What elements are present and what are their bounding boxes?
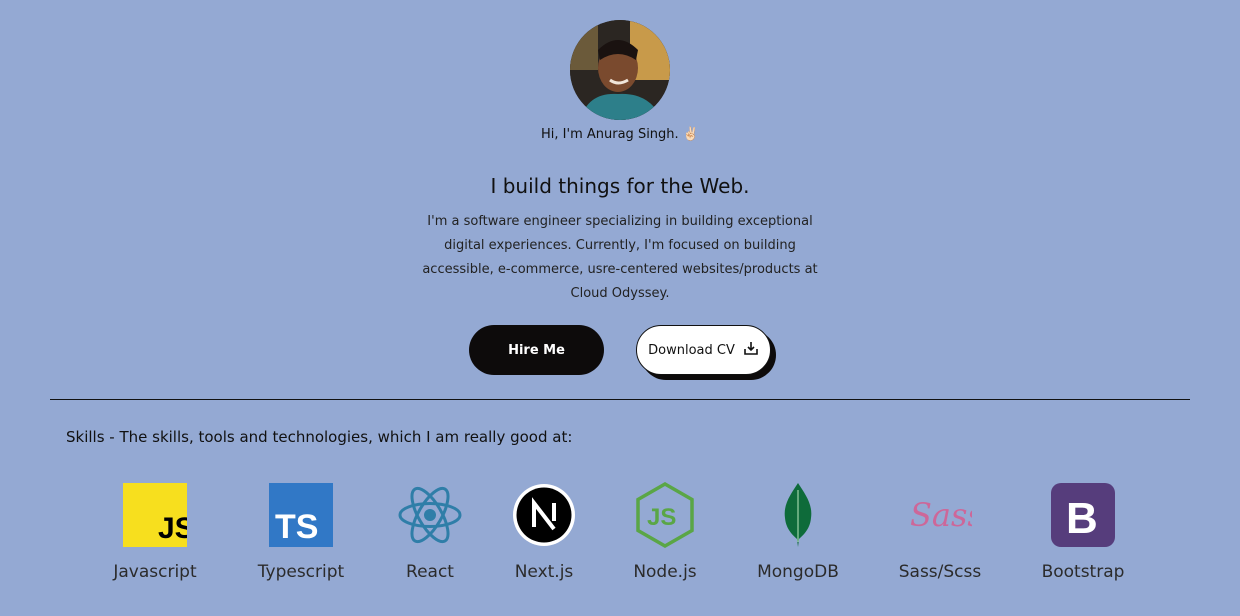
skill-label: React: [406, 562, 454, 582]
svg-text:JS: JS: [647, 504, 676, 531]
page-title: I build things for the Web.: [490, 174, 750, 198]
svg-text:JS: JS: [158, 512, 187, 545]
greeting-text: Hi, I'm Anurag Singh. ✌🏻: [541, 127, 699, 142]
mongodb-icon: [765, 482, 831, 548]
section-divider: [50, 399, 1190, 400]
download-icon: [743, 340, 759, 360]
sass-icon: Sass: [907, 482, 973, 548]
download-cv-label: Download CV: [648, 342, 735, 358]
skill-label: Next.js: [514, 562, 574, 582]
skill-item-typescript: TS Typescript: [231, 482, 371, 582]
skill-label: Javascript: [113, 562, 197, 582]
skill-label: Node.js: [633, 562, 697, 582]
skill-item-javascript: JS Javascript: [85, 482, 225, 582]
svg-text:Sass: Sass: [910, 496, 972, 534]
download-cv-button[interactable]: Download CV: [636, 325, 771, 375]
skill-label: Typescript: [257, 562, 345, 582]
typescript-icon: TS: [268, 482, 334, 548]
skill-item-nextjs: Next.js: [474, 482, 614, 582]
skill-label: Bootstrap: [1041, 562, 1125, 582]
skill-item-sass: Sass Sass/Scss: [870, 482, 1010, 582]
svg-text:TS: TS: [275, 508, 318, 546]
skill-item-nodejs: JS Node.js: [595, 482, 735, 582]
javascript-icon: JS: [122, 482, 188, 548]
profile-avatar: [570, 20, 670, 120]
react-icon: [397, 482, 463, 548]
skill-item-mongodb: MongoDB: [728, 482, 868, 582]
nodejs-icon: JS: [632, 482, 698, 548]
skill-label: MongoDB: [757, 562, 839, 582]
svg-text:B: B: [1066, 494, 1098, 543]
nextjs-icon: [511, 482, 577, 548]
skill-label: Sass/Scss: [898, 562, 982, 582]
intro-paragraph: I'm a software engineer specializing in …: [422, 214, 818, 301]
hire-me-button[interactable]: Hire Me: [469, 325, 604, 375]
skills-heading: Skills - The skills, tools and technolog…: [66, 428, 573, 446]
bootstrap-icon: B: [1050, 482, 1116, 548]
skill-item-bootstrap: B Bootstrap: [1013, 482, 1153, 582]
